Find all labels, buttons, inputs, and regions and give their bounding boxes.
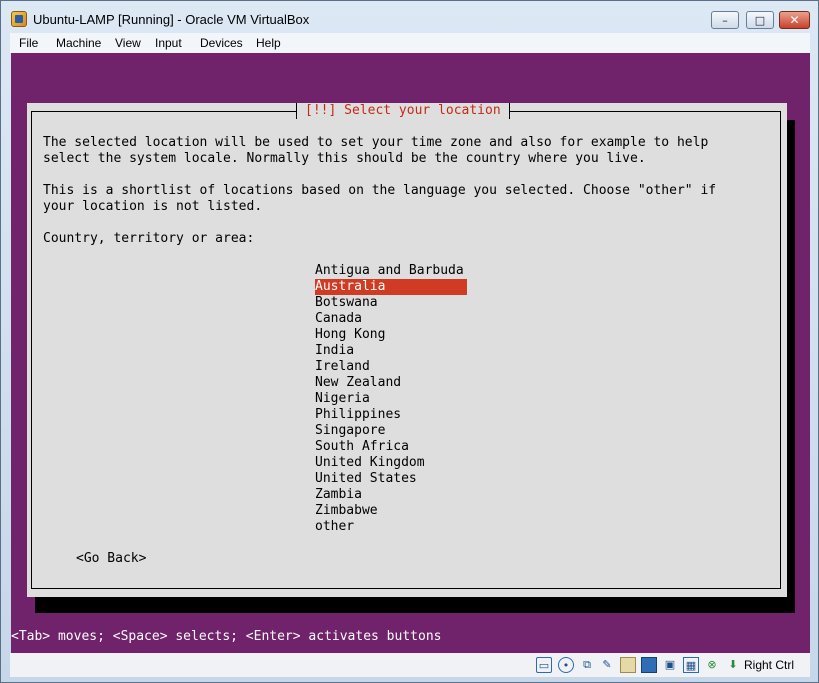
- location-item[interactable]: South Africa: [315, 439, 467, 455]
- location-item[interactable]: Nigeria: [315, 391, 467, 407]
- title-bar[interactable]: Ubuntu-LAMP [Running] - Oracle VM Virtua…: [1, 1, 818, 33]
- cpu-icon[interactable]: ▦: [683, 657, 699, 673]
- usb-icon[interactable]: ⧉: [579, 657, 595, 673]
- location-item-selected[interactable]: Australia: [315, 279, 467, 295]
- location-item[interactable]: Botswana: [315, 295, 467, 311]
- menu-view[interactable]: View: [115, 36, 141, 50]
- network-icon[interactable]: ⊗: [704, 657, 720, 673]
- vm-status-bar: ▭ • ⧉ ✎ ▣ ▦ ⊗ ⬇ Right Ctrl: [10, 653, 810, 677]
- description-text: The selected location will be used to se…: [43, 135, 709, 166]
- location-item[interactable]: Zambia: [315, 487, 467, 503]
- location-dialog: [!!] Select your location The selected l…: [27, 103, 787, 597]
- location-list: Antigua and Barbuda Australia Botswana C…: [315, 263, 467, 535]
- virtualbox-window: Ubuntu-LAMP [Running] - Oracle VM Virtua…: [0, 0, 819, 683]
- pen-icon[interactable]: ✎: [599, 657, 615, 673]
- location-item[interactable]: Zimbabwe: [315, 503, 467, 519]
- location-item[interactable]: other: [315, 519, 467, 535]
- menu-input[interactable]: Input: [155, 36, 182, 50]
- location-item[interactable]: Antigua and Barbuda: [315, 263, 467, 279]
- close-icon: ✕: [789, 13, 800, 27]
- maximize-icon: □: [754, 13, 766, 27]
- host-key-label: Right Ctrl: [744, 658, 795, 672]
- location-item[interactable]: New Zealand: [315, 375, 467, 391]
- video-capture-icon[interactable]: ▣: [662, 657, 678, 673]
- menu-devices[interactable]: Devices: [200, 36, 243, 50]
- display-icon[interactable]: [641, 657, 657, 673]
- minimize-button[interactable]: –: [711, 11, 739, 29]
- country-prompt: Country, territory or area:: [43, 231, 255, 246]
- location-item[interactable]: Singapore: [315, 423, 467, 439]
- mouse-integration-icon[interactable]: ⬇: [725, 657, 741, 673]
- location-item[interactable]: Philippines: [315, 407, 467, 423]
- close-button[interactable]: ✕: [779, 11, 810, 29]
- vm-display[interactable]: [!!] Select your location The selected l…: [11, 53, 810, 653]
- location-item[interactable]: United Kingdom: [315, 455, 467, 471]
- menu-bar: File Machine View Input Devices Help: [10, 33, 810, 53]
- virtualbox-app-icon: [11, 11, 27, 27]
- minimize-icon: –: [722, 13, 728, 27]
- hard-disk-icon[interactable]: ▭: [536, 657, 552, 673]
- location-item[interactable]: India: [315, 343, 467, 359]
- location-item[interactable]: Canada: [315, 311, 467, 327]
- dialog-title: [!!] Select your location: [296, 103, 510, 119]
- maximize-button[interactable]: □: [746, 11, 774, 29]
- optical-drive-icon[interactable]: •: [558, 657, 574, 673]
- menu-machine[interactable]: Machine: [56, 36, 101, 50]
- shortlist-note: This is a shortlist of locations based o…: [43, 183, 717, 214]
- window-title: Ubuntu-LAMP [Running] - Oracle VM Virtua…: [33, 12, 310, 27]
- location-item[interactable]: Ireland: [315, 359, 467, 375]
- keyboard-help-line: <Tab> moves; <Space> selects; <Enter> ac…: [11, 629, 442, 644]
- menu-help[interactable]: Help: [256, 36, 281, 50]
- location-item[interactable]: United States: [315, 471, 467, 487]
- shared-folders-icon[interactable]: [620, 657, 636, 673]
- menu-file[interactable]: File: [19, 36, 38, 50]
- location-item[interactable]: Hong Kong: [315, 327, 467, 343]
- go-back-button[interactable]: <Go Back>: [76, 551, 146, 567]
